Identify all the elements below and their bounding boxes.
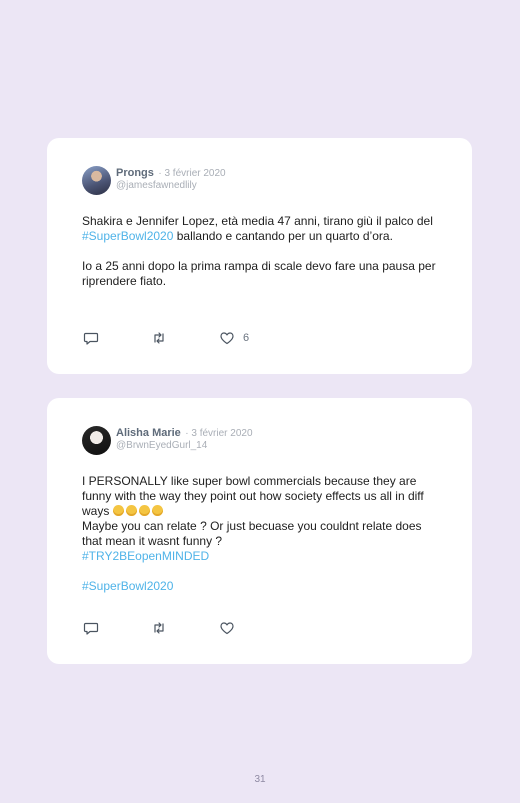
tweet-card-1: Prongs · 3 février 2020 @jamesfawnedlily… <box>47 138 472 374</box>
tweet-text-part: Maybe you can relate ? Or just becuase y… <box>82 519 422 548</box>
avatar[interactable] <box>82 166 111 195</box>
reply-button[interactable] <box>83 620 99 636</box>
tweet-header: Prongs · 3 février 2020 @jamesfawnedlily <box>82 166 226 196</box>
hashtag-link[interactable]: #TRY2BEopenMINDED <box>82 549 209 563</box>
tweet-meta: Prongs · 3 février 2020 @jamesfawnedlily <box>116 166 226 192</box>
avatar[interactable] <box>82 426 111 455</box>
hugging-face-icon <box>151 505 163 516</box>
like-button[interactable]: 6 <box>219 330 249 346</box>
author-handle[interactable]: @jamesfawnedlily <box>116 180 226 192</box>
tweet-text-part: Shakira e Jennifer Lopez, età media 47 a… <box>82 214 433 228</box>
hashtag-link[interactable]: #SuperBowl2020 <box>82 579 173 593</box>
retweet-button[interactable] <box>151 620 167 636</box>
author-handle[interactable]: @BrwnEyedGurl_14 <box>116 440 253 452</box>
tweet-header: Alisha Marie · 3 février 2020 @BrwnEyedG… <box>82 426 253 456</box>
author-name[interactable]: Alisha Marie <box>116 427 181 439</box>
retweet-icon <box>154 622 164 634</box>
tweet-text: Shakira e Jennifer Lopez, età media 47 a… <box>82 214 442 289</box>
like-icon <box>220 332 234 345</box>
like-icon <box>220 622 234 635</box>
reply-button[interactable] <box>83 330 99 346</box>
thinking-face-icon <box>112 505 124 516</box>
like-button[interactable] <box>219 620 235 636</box>
reply-icon <box>83 332 99 345</box>
tweet-text: I PERSONALLY like super bowl commercials… <box>82 474 442 594</box>
retweet-button[interactable] <box>151 330 167 346</box>
tweet-date: · 3 février 2020 <box>185 428 253 439</box>
author-name[interactable]: Prongs <box>116 167 154 179</box>
page-number: 31 <box>254 774 266 785</box>
hashtag-link[interactable]: #SuperBowl2020 <box>82 229 173 243</box>
tweet-actions <box>83 620 287 636</box>
reply-icon <box>83 622 99 635</box>
tweet-card-2: Alisha Marie · 3 février 2020 @BrwnEyedG… <box>47 398 472 664</box>
tweet-meta: Alisha Marie · 3 février 2020 @BrwnEyedG… <box>116 426 253 452</box>
zany-face-icon <box>125 505 137 516</box>
retweet-icon <box>154 332 164 344</box>
tweet-text-part: Io a 25 anni dopo la prima rampa di scal… <box>82 259 436 288</box>
emoji-group <box>112 504 165 518</box>
tweet-date: · 3 février 2020 <box>158 168 226 179</box>
like-count: 6 <box>243 332 250 344</box>
tweet-actions: 6 <box>83 330 301 346</box>
tweet-text-part: ballando e cantando per un quarto d’ora. <box>173 229 393 243</box>
astonished-face-icon <box>138 505 150 516</box>
